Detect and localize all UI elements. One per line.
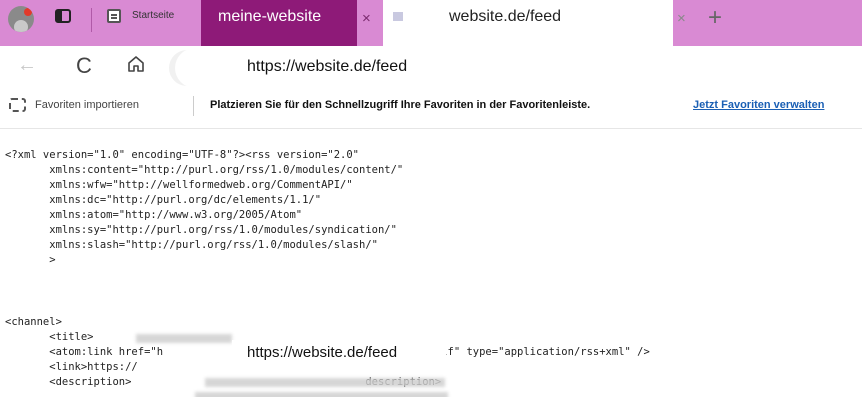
page-content: <?xml version="1.0" encoding="UTF-8"?><r… — [0, 130, 862, 397]
close-tab-icon[interactable]: × — [677, 11, 686, 26]
tab-label: Startseite — [132, 10, 175, 21]
overlay-url-label: https://website.de/feed — [232, 340, 446, 366]
page-icon — [107, 9, 121, 23]
close-tab-icon[interactable]: × — [362, 11, 371, 26]
manage-favorites-link[interactable]: Jetzt Favoriten verwalten — [693, 99, 824, 111]
profile-avatar-icon[interactable] — [8, 6, 34, 32]
favorites-hint: Platzieren Sie für den Schnellzugriff Ih… — [210, 99, 591, 111]
tab-label: website.de/feed — [449, 8, 562, 25]
tab-meine-website[interactable]: meine-website — [201, 0, 357, 46]
tab-label: meine-website — [218, 8, 322, 25]
tab-actions-icon[interactable] — [55, 9, 71, 23]
xml-header: <?xml version="1.0" encoding="UTF-8"?><r… — [5, 149, 404, 266]
address-toolbar: ← C https://website.de/feed — [0, 46, 862, 92]
redaction-blur — [195, 392, 448, 397]
tab-strip: Startseite meine-website × website.de/fe… — [0, 0, 862, 46]
page-icon — [393, 12, 403, 21]
redaction-blur — [136, 334, 232, 343]
import-favorites-button[interactable]: Favoriten importieren — [35, 99, 139, 111]
tab-startseite[interactable]: Startseite — [100, 0, 202, 46]
favorites-divider — [193, 96, 194, 116]
back-button[interactable]: ← — [17, 54, 37, 77]
redaction-blur — [205, 378, 445, 387]
home-icon[interactable] — [126, 54, 146, 74]
reload-button[interactable]: C — [76, 53, 92, 79]
tab-website-feed[interactable]: website.de/feed — [383, 0, 673, 46]
new-tab-button[interactable]: + — [708, 4, 722, 32]
favorites-import-icon[interactable] — [9, 98, 26, 112]
address-url[interactable]: https://website.de/feed — [247, 58, 407, 76]
tab-divider — [91, 8, 92, 32]
favorites-bar: Favoriten importieren Platzieren Sie für… — [0, 92, 862, 129]
